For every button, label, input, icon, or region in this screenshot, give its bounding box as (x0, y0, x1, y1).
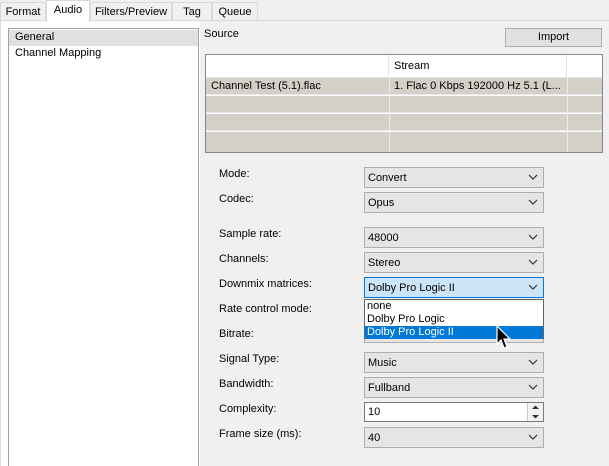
downmix-select[interactable]: Dolby Pro Logic II (364, 277, 544, 298)
chevron-down-icon (528, 359, 538, 365)
bandwidth-select[interactable]: Fullband (364, 377, 544, 398)
tab-audio[interactable]: Audio (46, 0, 90, 22)
frame-size-label: Frame size (ms): (219, 428, 302, 440)
chevron-down-icon (528, 284, 538, 290)
codec-label: Codec: (219, 193, 254, 205)
dropdown-option-none[interactable]: none (365, 300, 543, 313)
complexity-stepper-value: 10 (368, 406, 381, 418)
dropdown-option-dolby-pro-logic[interactable]: Dolby Pro Logic (365, 313, 543, 326)
chevron-down-icon (528, 259, 538, 265)
chevron-down-icon (528, 199, 538, 205)
table-cell-stream: 1. Flac 0 Kbps 192000 Hz 5.1 (L... (394, 80, 561, 92)
stepper-up-icon[interactable] (528, 403, 543, 412)
table-cell-file: Channel Test (5.1).flac (211, 80, 321, 92)
channels-select[interactable]: Stereo (364, 252, 544, 273)
tab-queue[interactable]: Queue (212, 2, 258, 21)
tab-format[interactable]: Format (0, 2, 46, 21)
tab-audio-label: Audio (53, 4, 83, 16)
source-label: Source (204, 28, 239, 40)
nav-item-channel-mapping-label: Channel Mapping (15, 47, 102, 59)
tab-tag[interactable]: Tag (172, 2, 212, 21)
complexity-stepper[interactable]: 10 (364, 402, 544, 422)
mouse-pointer-icon (496, 325, 512, 349)
chevron-down-icon (528, 384, 538, 390)
bandwidth-label: Bandwidth: (219, 378, 274, 390)
tab-queue-label: Queue (218, 6, 252, 18)
tab-format-label: Format (5, 6, 41, 18)
chevron-down-icon (528, 434, 538, 440)
tab-filters-preview[interactable]: Filters/Preview (90, 2, 172, 21)
table-row-empty (206, 114, 602, 131)
stepper-down-icon[interactable] (528, 412, 543, 421)
nav-item-channel-mapping[interactable]: Channel Mapping (9, 46, 198, 62)
rate-control-label: Rate control mode: (219, 303, 312, 315)
nav-item-general-label: General (15, 31, 55, 43)
column-header-stream[interactable]: Stream (389, 55, 567, 78)
mode-select[interactable]: Convert (364, 167, 544, 188)
channels-select-value: Stereo (368, 257, 401, 269)
column-divider (389, 78, 390, 152)
settings-nav-list[interactable]: General Channel Mapping (8, 28, 199, 466)
source-table[interactable]: Stream Channel Test (5.1).flac 1. Flac 0… (205, 54, 603, 153)
tab-bar: Format Audio Filters/Preview Tag Queue (0, 0, 609, 22)
import-button-label: Import (537, 31, 570, 43)
mode-select-value: Convert (368, 172, 407, 184)
nav-item-general[interactable]: General (9, 30, 198, 46)
import-button[interactable]: Import (505, 28, 602, 47)
downmix-dropdown-list[interactable]: none Dolby Pro Logic Dolby Pro Logic II (364, 299, 544, 339)
channels-label: Channels: (219, 253, 269, 265)
bandwidth-select-value: Fullband (368, 382, 411, 394)
chevron-down-icon (528, 234, 538, 240)
tab-filters-preview-label: Filters/Preview (94, 6, 168, 18)
chevron-down-icon (528, 174, 538, 180)
signal-type-select[interactable]: Music (364, 352, 544, 373)
codec-select[interactable]: Opus (364, 192, 544, 213)
signal-type-label: Signal Type: (219, 353, 280, 365)
bitrate-label: Bitrate: (219, 328, 254, 340)
downmix-select-value: Dolby Pro Logic II (368, 282, 455, 294)
sample-rate-select-value: 48000 (368, 232, 399, 244)
complexity-label: Complexity: (219, 403, 277, 415)
codec-select-value: Opus (368, 197, 395, 209)
dropdown-option-dolby-pro-logic-ii[interactable]: Dolby Pro Logic II (365, 326, 543, 339)
table-row[interactable]: Channel Test (5.1).flac 1. Flac 0 Kbps 1… (206, 78, 602, 95)
tab-tag-label: Tag (183, 6, 201, 18)
downmix-label: Downmix matrices: (219, 278, 312, 290)
sample-rate-label: Sample rate: (219, 228, 282, 240)
signal-type-select-value: Music (368, 357, 397, 369)
frame-size-select[interactable]: 40 (364, 427, 544, 448)
frame-size-select-value: 40 (368, 432, 381, 444)
table-row-empty (206, 132, 602, 152)
stepper-buttons (527, 403, 543, 421)
column-header-file[interactable] (206, 55, 389, 78)
column-header-filler (567, 55, 602, 78)
mode-label: Mode: (219, 168, 250, 180)
column-divider (567, 78, 568, 152)
table-row-empty (206, 96, 602, 113)
sample-rate-select[interactable]: 48000 (364, 227, 544, 248)
